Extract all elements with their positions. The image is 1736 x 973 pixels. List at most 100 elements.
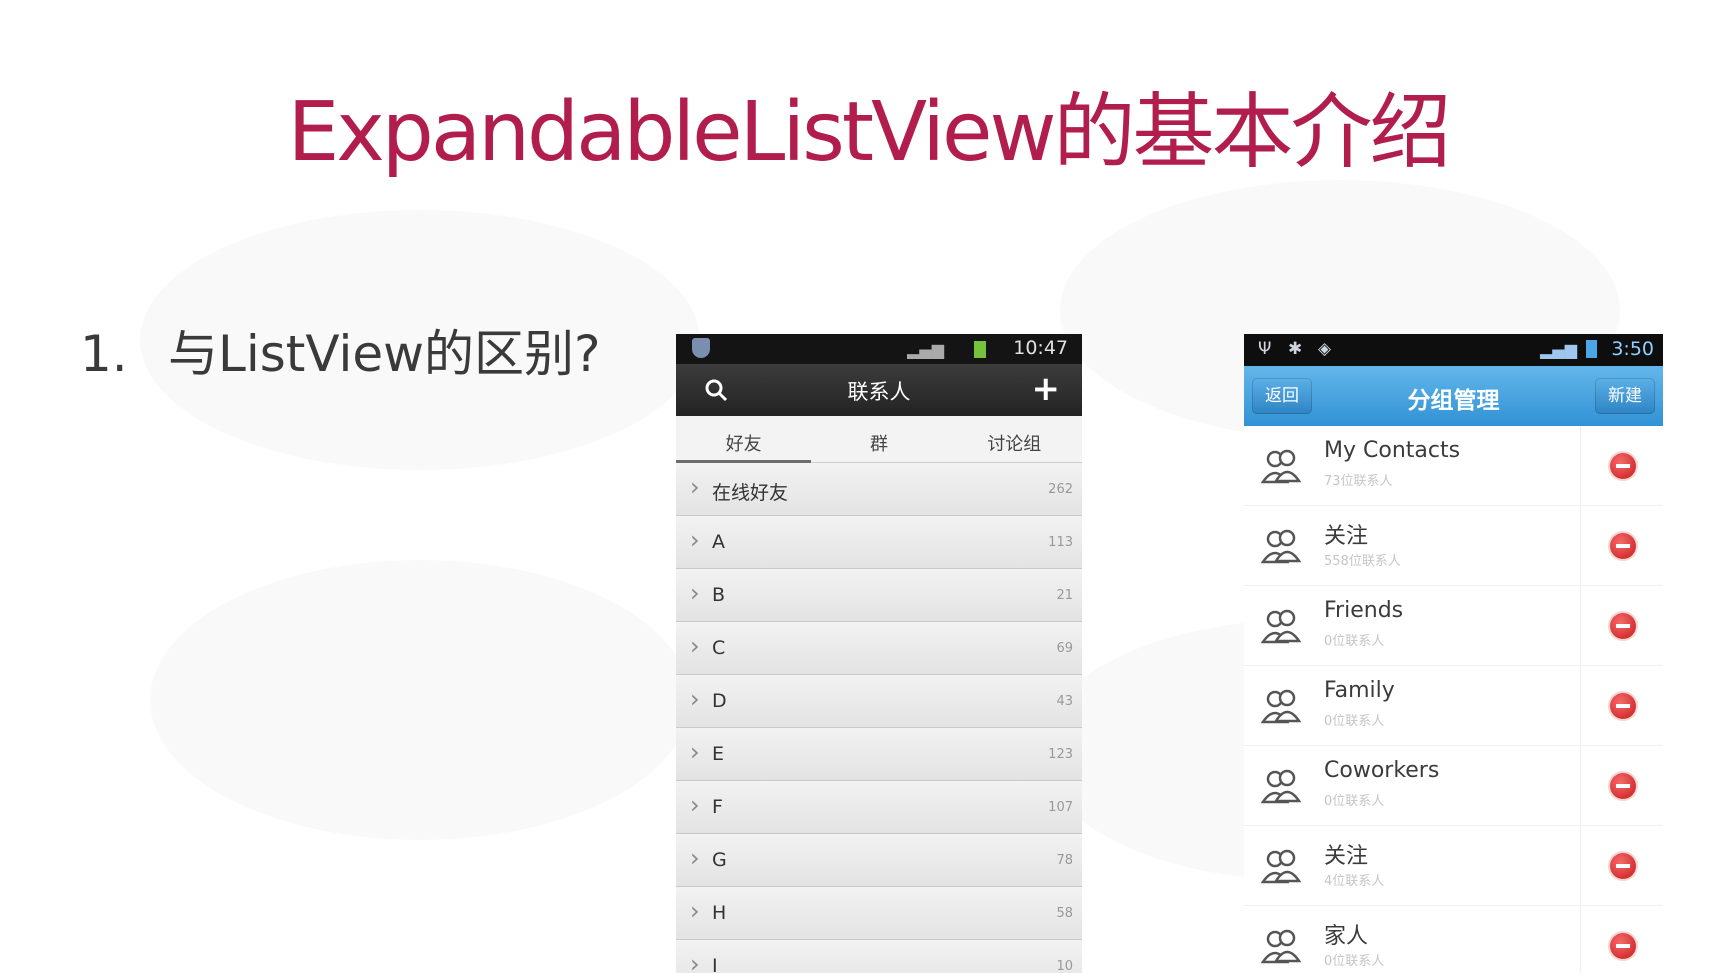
bullet-text: 与ListView的区别?	[168, 325, 601, 383]
group-member-count: 0位联系人	[1324, 794, 1385, 809]
group-count: 10	[1056, 959, 1073, 973]
delete-minus-icon[interactable]	[1610, 613, 1636, 639]
group-member-count: 73位联系人	[1324, 474, 1393, 489]
group-name: My Contacts	[1324, 438, 1461, 463]
group-name: F	[712, 796, 723, 818]
group-name: 关注	[1324, 844, 1369, 869]
group-row[interactable]: › E 123	[676, 728, 1082, 781]
chevron-right-icon: ›	[690, 526, 700, 554]
group-row[interactable]: Friends 0位联系人	[1244, 586, 1663, 666]
bullet-number: 1.	[80, 325, 128, 383]
group-name: Friends	[1324, 598, 1404, 623]
header-bar: 返回 分组管理 新建	[1244, 366, 1663, 426]
group-name: E	[712, 743, 725, 765]
group-row[interactable]: › D 43	[676, 675, 1082, 728]
phone-contacts-screenshot: ▂▄▆ 10:47 联系人 + 好友 群 讨论组 › 在线好友 262 › A 113 …	[676, 334, 1082, 973]
delete-minus-icon[interactable]	[1610, 853, 1636, 879]
divider	[1580, 826, 1581, 905]
group-row[interactable]: › C 69	[676, 622, 1082, 675]
status-time: 10:47	[1013, 337, 1068, 359]
tab-bar: 好友 群 讨论组	[676, 416, 1082, 463]
group-row[interactable]: › I 10	[676, 940, 1082, 973]
group-count: 21	[1056, 588, 1073, 603]
group-row[interactable]: › 在线好友 262	[676, 463, 1082, 516]
group-name: G	[712, 849, 727, 871]
tab-groups[interactable]: 群	[811, 416, 946, 462]
delete-minus-icon[interactable]	[1610, 533, 1636, 559]
group-people-icon	[1260, 769, 1302, 804]
battery-icon	[974, 341, 986, 358]
divider	[1580, 906, 1581, 973]
tab-friends[interactable]: 好友	[676, 416, 812, 463]
group-list: My Contacts 73位联系人 关注 558位联系人 Friends 0位…	[1244, 426, 1663, 973]
tab-discussions[interactable]: 讨论组	[947, 416, 1082, 462]
group-row[interactable]: 关注 558位联系人	[1244, 506, 1663, 586]
watermark	[150, 560, 690, 840]
delete-minus-icon[interactable]	[1610, 453, 1636, 479]
status-bar: Ψ ✱ ◈ ▂▄▆ 3:50	[1244, 334, 1663, 366]
chevron-right-icon: ›	[690, 791, 700, 819]
group-count: 262	[1048, 482, 1073, 497]
new-group-button[interactable]: 新建	[1595, 378, 1655, 414]
shield-icon: ◈	[1318, 339, 1332, 359]
group-name: 在线好友	[712, 482, 789, 504]
header-title: 联系人	[847, 380, 911, 404]
delete-minus-icon[interactable]	[1610, 773, 1636, 799]
group-row[interactable]: › G 78	[676, 834, 1082, 887]
group-people-icon	[1260, 929, 1302, 964]
battery-icon	[1586, 340, 1597, 358]
group-name: A	[712, 531, 725, 553]
group-name: Coworkers	[1324, 758, 1440, 783]
group-name: H	[712, 902, 727, 924]
group-row[interactable]: Family 0位联系人	[1244, 666, 1663, 746]
header-bar: 联系人 +	[676, 364, 1082, 416]
delete-minus-icon[interactable]	[1610, 693, 1636, 719]
group-count: 58	[1056, 906, 1073, 921]
divider	[1580, 506, 1581, 585]
group-name: 关注	[1324, 524, 1369, 549]
group-count: 107	[1048, 800, 1073, 815]
add-contact-button[interactable]: +	[1032, 368, 1061, 410]
group-count: 78	[1056, 853, 1073, 868]
slide-title: ExpandableListView的基本介绍	[287, 85, 1451, 180]
group-name: B	[712, 584, 726, 606]
status-bar: ▂▄▆ 10:47	[676, 334, 1082, 364]
divider	[1580, 426, 1581, 505]
group-count: 113	[1048, 535, 1073, 550]
group-row[interactable]: › H 58	[676, 887, 1082, 940]
group-row[interactable]: Coworkers 0位联系人	[1244, 746, 1663, 826]
group-people-icon	[1260, 449, 1302, 484]
group-count: 69	[1056, 641, 1073, 656]
group-member-count: 4位联系人	[1324, 874, 1385, 889]
divider	[1580, 666, 1581, 745]
bullet-point: 1. 与ListView的区别?	[80, 324, 601, 384]
group-name: 家人	[1324, 924, 1369, 949]
chevron-right-icon: ›	[690, 685, 700, 713]
status-time: 3:50	[1611, 338, 1654, 360]
delete-minus-icon[interactable]	[1610, 933, 1636, 959]
group-name: I	[712, 955, 718, 973]
chevron-right-icon: ›	[690, 738, 700, 766]
group-name: C	[712, 637, 726, 659]
group-row[interactable]: My Contacts 73位联系人	[1244, 426, 1663, 506]
chevron-right-icon: ›	[690, 579, 700, 607]
group-count: 123	[1048, 747, 1073, 762]
group-member-count: 0位联系人	[1324, 954, 1385, 969]
chevron-right-icon: ›	[690, 897, 700, 925]
group-name: Family	[1324, 678, 1395, 703]
group-member-count: 0位联系人	[1324, 634, 1385, 649]
group-row[interactable]: 家人 0位联系人	[1244, 906, 1663, 973]
divider	[1580, 746, 1581, 825]
group-list: › 在线好友 262 › A 113 › B 21 › C 69 › D 43 › E 123 › F 10…	[676, 463, 1082, 973]
group-row[interactable]: › B 21	[676, 569, 1082, 622]
group-people-icon	[1260, 689, 1302, 724]
chevron-right-icon: ›	[690, 632, 700, 660]
group-row[interactable]: › F 107	[676, 781, 1082, 834]
group-name: D	[712, 690, 727, 712]
group-people-icon	[1260, 529, 1302, 564]
group-row[interactable]: 关注 4位联系人	[1244, 826, 1663, 906]
android-icon: ✱	[1288, 339, 1303, 359]
group-row[interactable]: › A 113	[676, 516, 1082, 569]
group-member-count: 0位联系人	[1324, 714, 1385, 729]
shield-icon	[692, 338, 710, 358]
